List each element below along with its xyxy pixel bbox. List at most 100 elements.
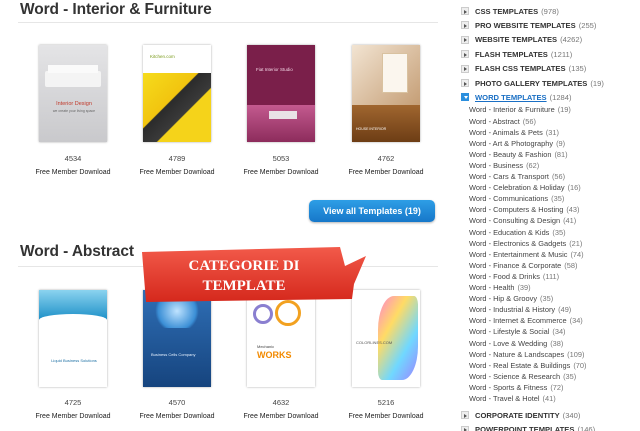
expand-right-icon[interactable] (461, 79, 469, 87)
sidebar-subcategory[interactable]: Word - Internet & Ecommerce (34) (469, 315, 583, 326)
sidebar-subcategory[interactable]: Word - Real Estate & Buildings (70) (469, 360, 586, 371)
free-download-link[interactable]: Free Member Download (231, 169, 331, 176)
sidebar-subcategory[interactable]: Word - Industrial & History (49) (469, 304, 571, 315)
sidebar-category-label: PRO WEBSITE TEMPLATES (475, 20, 576, 30)
free-download-link[interactable]: Free Member Download (336, 169, 436, 176)
expand-right-icon[interactable] (461, 64, 469, 73)
sidebar-subcategory-count: (58) (564, 260, 578, 270)
sidebar-subcategory-count: (72) (550, 382, 564, 392)
template-thumbnail-4534[interactable]: Interior Design we create your living sp… (39, 45, 107, 142)
free-download-link[interactable]: Free Member Download (231, 413, 331, 420)
expand-right-icon[interactable] (461, 21, 469, 30)
sidebar-subcategory[interactable]: Word - Business (62) (469, 160, 539, 171)
sidebar-subcategory-label: Word - Animals & Pets (469, 127, 543, 137)
template-thumbnail-5053[interactable]: Fiat Interior Studio (247, 45, 315, 142)
sidebar-subcategory-label: Word - Business (469, 160, 524, 170)
sidebar-category[interactable]: PRO WEBSITE TEMPLATES (255) (461, 18, 596, 32)
sidebar-subcategory-label: Word - Consulting & Design (469, 216, 561, 226)
thumb-caption: Interior Design (56, 101, 92, 107)
sidebar-subcategory[interactable]: Word - Sports & Fitness (72) (469, 382, 563, 393)
sidebar-subcategory-label: Word - Communications (469, 194, 549, 204)
thumb-caption: WORKS (257, 350, 292, 360)
expand-down-icon[interactable] (461, 93, 469, 102)
sidebar-category[interactable]: WORD TEMPLATES (1284) (461, 90, 572, 104)
sidebar-category-label: WEBSITE TEMPLATES (475, 35, 558, 45)
sidebar-category[interactable]: PHOTO GALLERY TEMPLATES (19) (461, 76, 604, 90)
sidebar-subcategory-count: (35) (551, 194, 565, 204)
sidebar-subcategory[interactable]: Word - Lifestyle & Social (34) (469, 326, 566, 337)
section-title-abstract: Word - Abstract (20, 243, 134, 260)
sidebar-subcategory-label: Word - Hip & Groovy (469, 294, 538, 304)
sidebar-subcategory[interactable]: Word - Art & Photography (9) (469, 138, 565, 149)
sidebar-category[interactable]: WEBSITE TEMPLATES (4262) (461, 33, 582, 47)
free-download-link[interactable]: Free Member Download (23, 169, 123, 176)
sidebar-subcategory[interactable]: Word - Electronics & Gadgets (21) (469, 238, 582, 249)
sidebar-subcategory[interactable]: Word - Communications (35) (469, 193, 564, 204)
sidebar-subcategory-count: (35) (563, 371, 577, 381)
sidebar-subcategory-label: Word - Abstract (469, 116, 520, 126)
sidebar-subcategory[interactable]: Word - Hip & Groovy (35) (469, 293, 553, 304)
template-id: 4789 (168, 154, 186, 163)
sidebar-subcategory-label: Word - Electronics & Gadgets (469, 238, 567, 248)
thumb-subcaption: we create your living space (52, 109, 96, 113)
floor-shape (352, 105, 420, 142)
section-divider (18, 22, 438, 23)
sidebar-subcategory[interactable]: Word - Entertainment & Music (74) (469, 249, 584, 260)
template-thumbnail-4570[interactable]: Business Cells Company (143, 290, 211, 387)
sidebar-category-count: (978) (541, 6, 559, 16)
sidebar-subcategory[interactable]: Word - Interior & Furniture (19) (469, 104, 571, 115)
sidebar-subcategory[interactable]: Word - Education & Kids (35) (469, 227, 566, 238)
view-all-templates-button[interactable]: View all Templates (19) (309, 200, 435, 222)
sidebar-subcategory[interactable]: Word - Celebration & Holiday (16) (469, 182, 581, 193)
expand-right-icon[interactable] (461, 7, 469, 15)
thumb-caption: Fiat Interior Studio (256, 67, 293, 72)
sidebar-subcategory[interactable]: Word - Abstract (56) (469, 116, 536, 127)
sidebar-subcategory-count: (111) (542, 271, 560, 281)
sidebar-subcategory[interactable]: Word - Computers & Hosting (43) (469, 204, 580, 215)
sidebar-subcategory-count: (16) (567, 183, 581, 193)
sidebar-category[interactable]: CSS TEMPLATES (978) (461, 4, 559, 18)
template-thumbnail-4725[interactable]: Liquid Business Solutions (39, 290, 107, 387)
sidebar-subcategory-count: (19) (557, 105, 571, 115)
window-shape (382, 53, 408, 93)
template-thumbnail-5216[interactable]: COLORLINES.COM (352, 290, 420, 387)
sidebar-subcategory-count: (43) (566, 205, 580, 215)
sidebar-category[interactable]: POWERPOINT TEMPLATES (146) (461, 423, 595, 431)
sidebar-subcategory[interactable]: Word - Cars & Transport (56) (469, 171, 565, 182)
sidebar-subcategory[interactable]: Word - Science & Research (35) (469, 371, 576, 382)
sidebar-subcategory[interactable]: Word - Finance & Corporate (58) (469, 260, 577, 271)
template-thumbnail-4789[interactable]: Kitchen.com (143, 45, 211, 142)
sidebar-subcategory[interactable]: Word - Animals & Pets (31) (469, 127, 559, 138)
sidebar-subcategory[interactable]: Word - Consulting & Design (41) (469, 215, 576, 226)
sidebar-subcategory-label: Word - Industrial & History (469, 305, 556, 315)
sidebar-subcategory-count: (70) (573, 360, 587, 370)
sidebar-category-label: PHOTO GALLERY TEMPLATES (475, 78, 588, 88)
expand-right-icon[interactable] (461, 425, 469, 431)
sidebar-subcategory[interactable]: Word - Food & Drinks (111) (469, 271, 559, 282)
expand-right-icon[interactable] (461, 35, 469, 44)
expand-right-icon[interactable] (461, 50, 469, 59)
sidebar-subcategory-label: Word - Food & Drinks (469, 271, 540, 281)
free-download-link[interactable]: Free Member Download (127, 169, 227, 176)
gear-graphic (253, 304, 273, 324)
sidebar-subcategory[interactable]: Word - Beauty & Fashion (81) (469, 149, 568, 160)
sidebar-subcategory[interactable]: Word - Travel & Hotel (41) (469, 393, 556, 404)
free-download-link[interactable]: Free Member Download (127, 413, 227, 420)
sidebar-subcategory-count: (31) (545, 127, 559, 137)
template-thumbnail-4632[interactable]: Mechanic WORKS (247, 290, 315, 387)
thumb-caption: Kitchen.com (150, 54, 175, 59)
template-id: 5216 (377, 398, 395, 407)
sidebar-subcategory[interactable]: Word - Love & Wedding (38) (469, 338, 563, 349)
sidebar-subcategory[interactable]: Word - Nature & Landscapes (109) (469, 349, 584, 360)
colorlines-graphic (378, 296, 418, 380)
sidebar-category[interactable]: FLASH CSS TEMPLATES (135) (461, 62, 586, 76)
sidebar-category[interactable]: FLASH TEMPLATES (1211) (461, 47, 572, 61)
template-id: 4632 (272, 398, 290, 407)
free-download-link[interactable]: Free Member Download (336, 413, 436, 420)
sidebar-category[interactable]: CORPORATE IDENTITY (340) (461, 408, 580, 422)
template-thumbnail-4762[interactable]: HOUSE INTERIOR (352, 45, 420, 142)
free-download-link[interactable]: Free Member Download (23, 413, 123, 420)
expand-right-icon[interactable] (461, 411, 469, 420)
sidebar-subcategory[interactable]: Word - Health (39) (469, 282, 531, 293)
sidebar-category-label: CSS TEMPLATES (475, 6, 539, 16)
